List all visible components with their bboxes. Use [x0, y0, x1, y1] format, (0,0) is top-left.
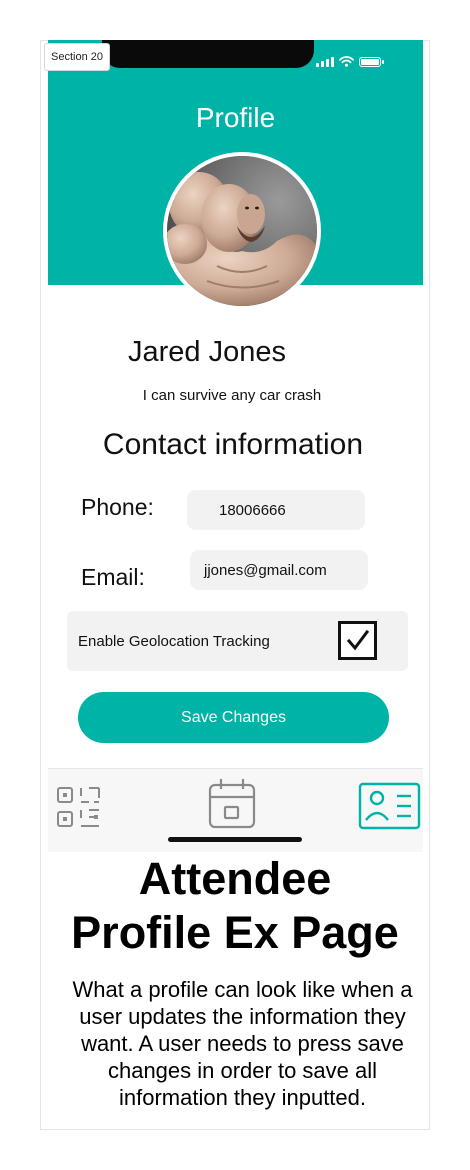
checkmark-icon: [346, 629, 370, 651]
annotation-title-line1: Attendee: [138, 853, 332, 904]
avatar[interactable]: [163, 152, 321, 310]
email-label: Email:: [81, 564, 145, 590]
phone-screen: Profile Jared Jones I can survive any ca…: [48, 40, 423, 852]
section-tag: Section 20: [44, 43, 110, 71]
avatar-photo: [167, 156, 317, 306]
wifi-icon: [339, 56, 354, 67]
profile-name: Jared Jones: [128, 336, 286, 368]
calendar-icon[interactable]: [208, 777, 256, 829]
annotation-title: Attendee Profile Ex Page: [40, 852, 430, 960]
email-field[interactable]: jjones@gmail.com: [190, 550, 368, 590]
contact-heading: Contact information: [102, 428, 364, 461]
tab-bar: [48, 768, 423, 852]
home-indicator: [168, 837, 302, 842]
signal-icon: [316, 56, 334, 67]
header-title: Profile: [195, 102, 276, 133]
status-bar: [316, 56, 384, 67]
profile-card-icon[interactable]: [358, 782, 421, 830]
geolocation-row: Enable Geolocation Tracking: [67, 611, 408, 671]
save-changes-button[interactable]: Save Changes: [78, 692, 389, 743]
geolocation-label: Enable Geolocation Tracking: [78, 633, 270, 650]
geolocation-checkbox[interactable]: [338, 621, 377, 660]
battery-icon: [359, 56, 384, 67]
phone-label: Phone:: [81, 494, 154, 520]
phone-field[interactable]: 18006666: [187, 490, 365, 530]
profile-bio: I can survive any car crash: [142, 387, 322, 404]
annotation-description: What a profile can look like when a user…: [72, 977, 413, 1110]
qr-code-icon[interactable]: [56, 786, 102, 830]
annotation-title-line2: Profile Ex Page: [71, 907, 399, 958]
device-notch: [102, 40, 314, 68]
